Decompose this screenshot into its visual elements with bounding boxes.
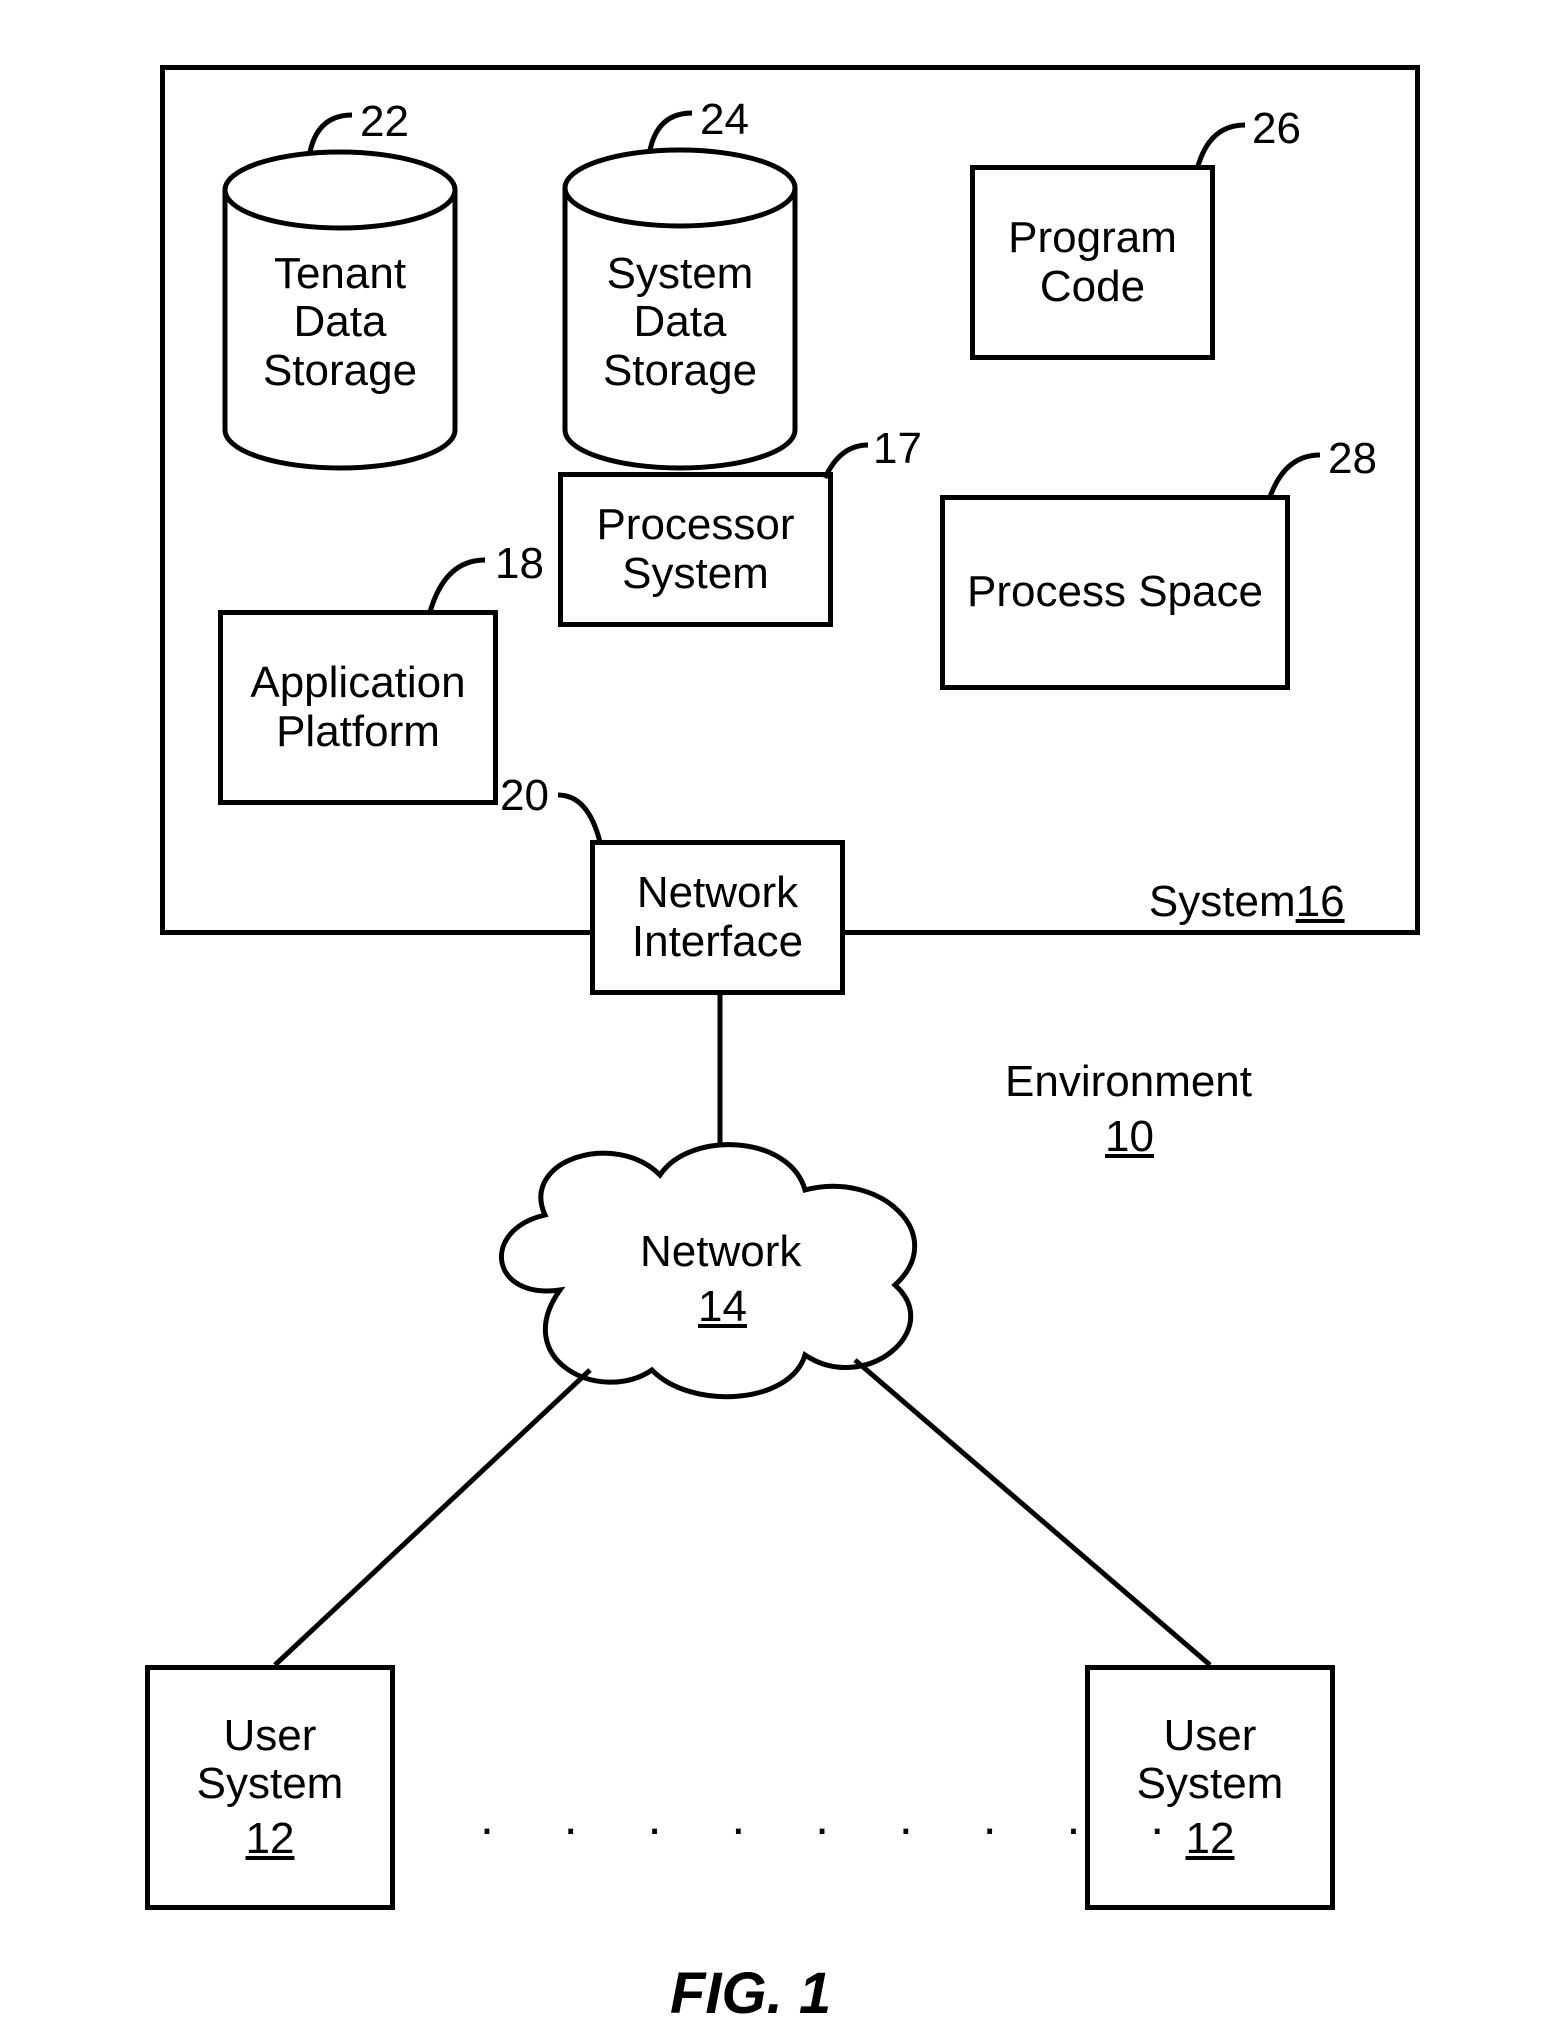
figure-caption: FIG. 1 xyxy=(670,1960,831,2027)
ellipsis-dots: . . . . . . . . . xyxy=(480,1790,1020,1845)
user-system-right-box: User System 12 xyxy=(1085,1665,1335,1910)
user-system-left-label: User System xyxy=(197,1712,344,1809)
diagram-canvas: Tenant Data Storage 22 System Data Stora… xyxy=(0,0,1562,1989)
ref-12-left: 12 xyxy=(197,1815,344,1863)
user-system-left-inner: User System 12 xyxy=(197,1712,344,1863)
user-system-left-box: User System 12 xyxy=(145,1665,395,1910)
